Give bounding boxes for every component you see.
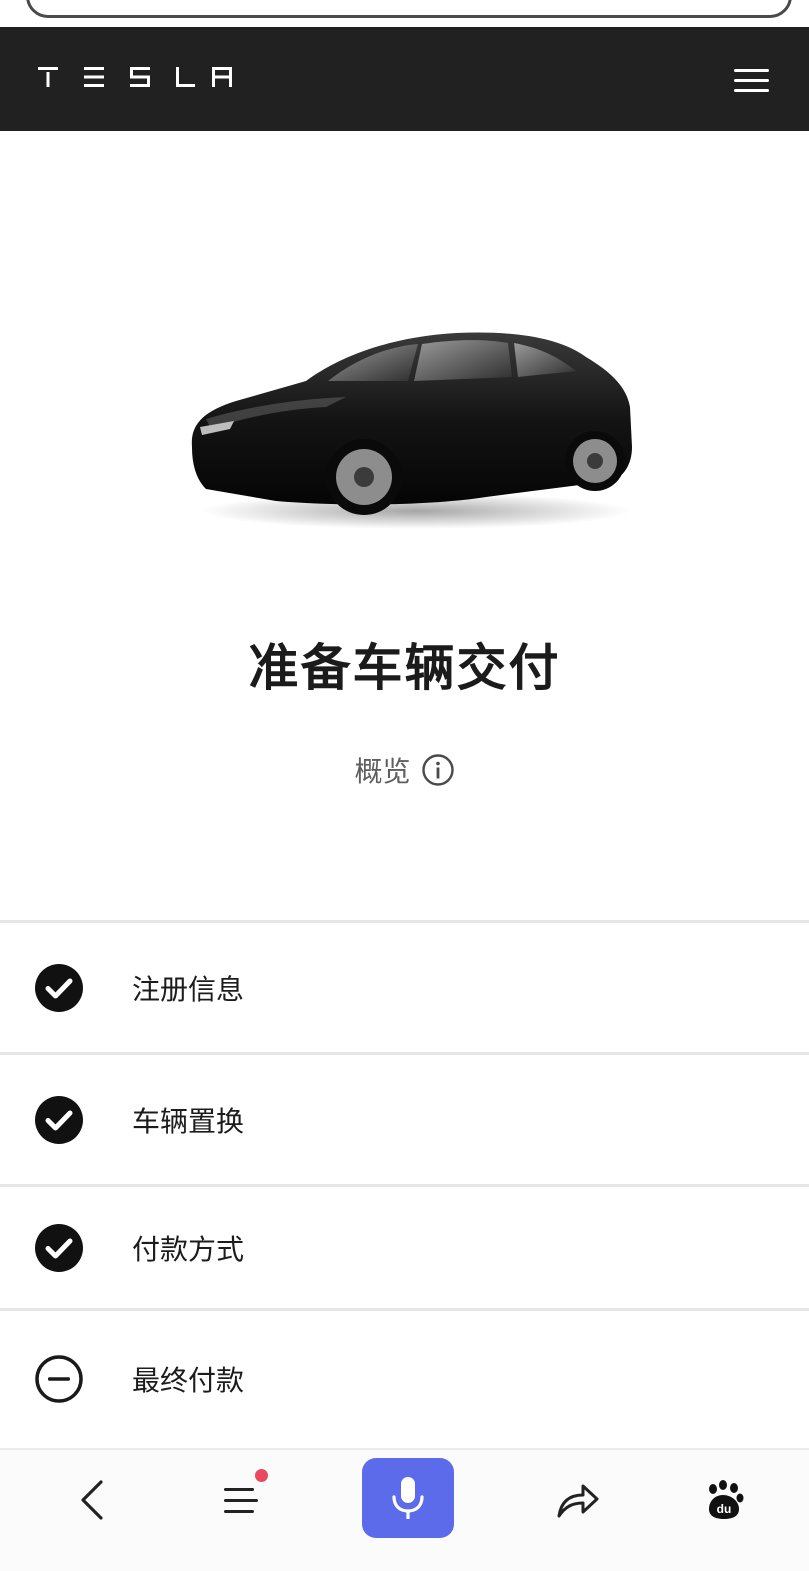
vehicle-image xyxy=(191,332,632,529)
voice-search-button[interactable] xyxy=(362,1458,454,1538)
svg-text:du: du xyxy=(717,1502,732,1516)
microphone-icon xyxy=(392,1477,424,1519)
share-arrow-icon xyxy=(557,1484,599,1518)
step-payment-method[interactable]: 付款方式 xyxy=(0,1184,809,1308)
step-registration[interactable]: 注册信息 xyxy=(0,920,809,1052)
share-button[interactable] xyxy=(546,1450,610,1550)
check-circle-icon xyxy=(35,963,83,1012)
hamburger-menu-icon[interactable] xyxy=(726,63,776,97)
delivery-steps-list: 注册信息 车辆置换 付款方式 最终付款 xyxy=(0,920,809,1446)
menu-lines-icon xyxy=(224,1488,258,1513)
notification-dot xyxy=(255,1469,268,1482)
tabs-button[interactable] xyxy=(212,1450,272,1550)
check-circle-icon xyxy=(35,1095,83,1144)
browser-address-area xyxy=(0,0,809,27)
chevron-left-icon xyxy=(81,1480,103,1520)
info-icon[interactable] xyxy=(421,753,455,787)
minus-circle-icon xyxy=(35,1354,83,1403)
baidu-paw-icon: du xyxy=(709,1480,744,1519)
step-final-payment[interactable]: 最终付款 xyxy=(0,1308,809,1446)
step-label: 付款方式 xyxy=(132,1232,245,1266)
baidu-button[interactable]: du xyxy=(694,1450,754,1550)
back-button[interactable] xyxy=(62,1450,122,1550)
check-circle-icon xyxy=(35,1223,83,1272)
overview-label: 概览 xyxy=(354,755,411,788)
page-title: 准备车辆交付 xyxy=(248,639,561,697)
address-bar[interactable] xyxy=(26,0,792,18)
step-trade-in[interactable]: 车辆置换 xyxy=(0,1052,809,1184)
step-label: 注册信息 xyxy=(132,972,245,1006)
site-header xyxy=(0,27,809,131)
hero-section: 准备车辆交付 概览 xyxy=(0,131,809,921)
step-label: 车辆置换 xyxy=(132,1104,245,1138)
tesla-logo[interactable] xyxy=(38,67,234,87)
step-label: 最终付款 xyxy=(132,1363,245,1397)
overview-link[interactable]: 概览 xyxy=(0,752,809,788)
browser-bottom-nav: du xyxy=(0,1448,809,1571)
